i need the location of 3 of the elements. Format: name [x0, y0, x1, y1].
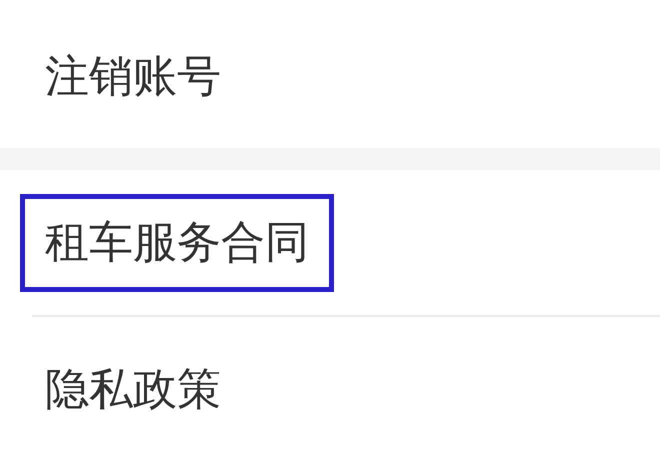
settings-item[interactable]: 租车服务合同 — [20, 194, 334, 292]
settings-item[interactable]: 隐私政策 — [20, 340, 246, 438]
settings-item[interactable]: 注销账号 — [20, 28, 246, 126]
